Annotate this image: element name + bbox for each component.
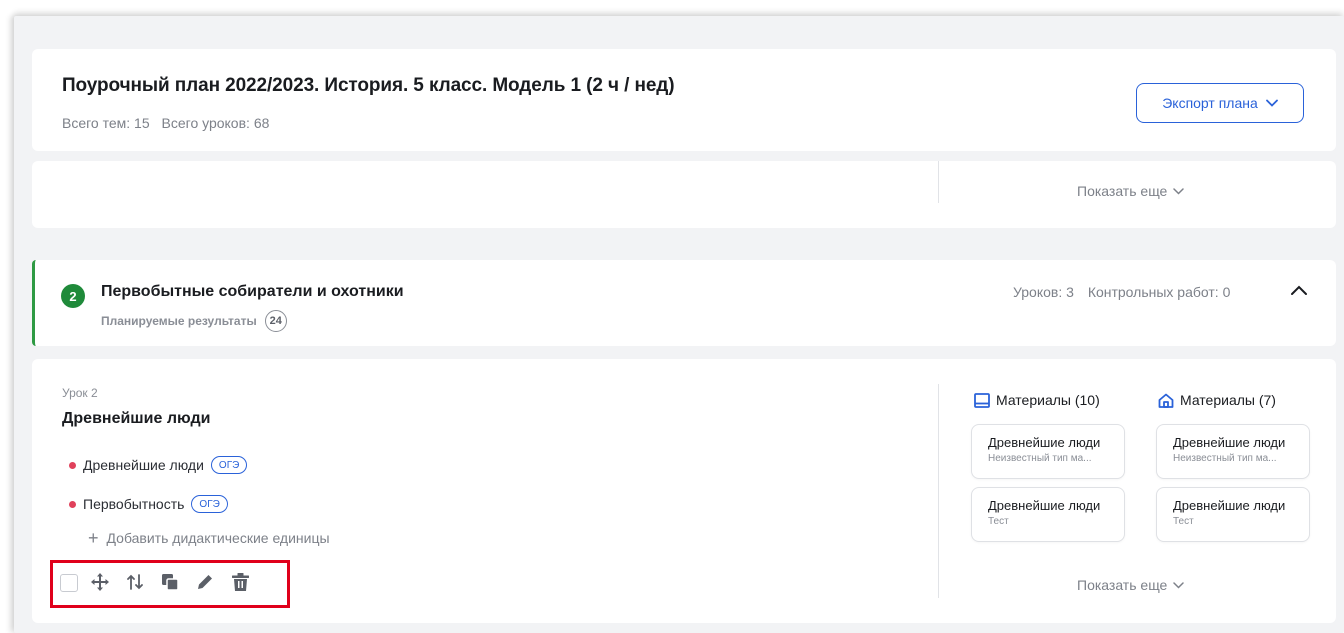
plan-stats: Всего тем: 15 Всего уроков: 68 — [62, 115, 277, 131]
export-plan-label: Экспорт плана — [1162, 95, 1258, 111]
copy-icon — [162, 574, 179, 591]
lesson-number: Урок 2 — [62, 386, 98, 400]
chevron-down-icon — [1173, 187, 1185, 195]
add-didactic-units-label: Добавить дидактические единицы — [106, 530, 330, 546]
total-topics: Всего тем: 15 — [62, 115, 150, 131]
add-didactic-units-button[interactable]: + Добавить дидактические единицы — [88, 529, 330, 547]
previous-topic-footer: Показать еще — [32, 161, 1336, 228]
edit-button[interactable] — [195, 572, 215, 592]
divider — [938, 161, 939, 203]
material-card[interactable]: Древнейшие люди Тест — [971, 487, 1125, 542]
material-card[interactable]: Древнейшие люди Тест — [1156, 487, 1310, 542]
material-card[interactable]: Древнейшие люди Неизвестный тип ма... — [1156, 424, 1310, 479]
reorder-button[interactable] — [125, 572, 145, 592]
show-more-label: Показать еще — [1077, 577, 1168, 593]
materials-header-lesson[interactable]: Материалы (10) — [974, 392, 1100, 408]
show-more-button[interactable]: Показать еще — [1077, 183, 1185, 199]
lesson-title: Древнейшие люди — [62, 410, 211, 427]
material-type: Неизвестный тип ма... — [1173, 453, 1277, 464]
oge-badge: ОГЭ — [191, 495, 228, 513]
move-icon — [91, 573, 109, 591]
lesson-card: Урок 2 Древнейшие люди Древнейшие люди О… — [32, 359, 1336, 623]
didactic-unit-label: Древнейшие люди — [83, 457, 204, 473]
show-more-label: Показать еще — [1077, 183, 1168, 199]
planned-results[interactable]: Планируемые результаты 24 — [101, 310, 287, 332]
home-icon — [1158, 393, 1174, 408]
topic-number-badge: 2 — [61, 284, 85, 308]
show-more-button[interactable]: Показать еще — [1077, 577, 1185, 593]
lessons-count: Уроков: 3 — [1013, 284, 1074, 300]
total-lessons: Всего уроков: 68 — [161, 115, 270, 131]
material-title: Древнейшие люди — [988, 435, 1101, 450]
materials-count-label: Материалы (7) — [1180, 392, 1276, 408]
topic-header[interactable]: 2 Первобытные собиратели и охотники План… — [32, 260, 1336, 346]
material-type: Тест — [1173, 516, 1194, 527]
plan-header: Поурочный план 2022/2023. История. 5 кла… — [32, 49, 1336, 151]
pencil-icon — [198, 575, 212, 589]
material-card[interactable]: Древнейшие люди Неизвестный тип ма... — [971, 424, 1125, 479]
bullet-dot — [69, 461, 76, 469]
collapse-chevron-up-icon[interactable] — [1290, 284, 1308, 296]
materials-header-home[interactable]: Материалы (7) — [1158, 392, 1276, 408]
lesson-select-checkbox[interactable] — [60, 574, 78, 592]
didactic-unit-label: Первобытность — [83, 496, 185, 512]
material-title: Древнейшие люди — [988, 498, 1101, 513]
trash-icon — [231, 573, 249, 591]
tests-count: Контрольных работ: 0 — [1087, 284, 1231, 300]
copy-button[interactable] — [160, 572, 180, 592]
delete-button[interactable] — [230, 572, 250, 592]
material-title: Древнейшие люди — [1173, 498, 1286, 513]
material-title: Древнейшие люди — [1173, 435, 1286, 450]
material-type: Тест — [988, 516, 1009, 527]
material-type: Неизвестный тип ма... — [988, 453, 1092, 464]
planned-results-label: Планируемые результаты — [101, 314, 257, 328]
export-plan-button[interactable]: Экспорт плана — [1136, 83, 1304, 123]
topic-stats: Уроков: 3 Контрольных работ: 0 — [1013, 284, 1240, 300]
didactic-unit-item: Первобытность ОГЭ — [69, 495, 228, 513]
planned-results-count: 24 — [264, 310, 287, 332]
didactic-unit-item: Древнейшие люди ОГЭ — [69, 456, 248, 474]
oge-badge: ОГЭ — [210, 456, 248, 474]
divider — [938, 384, 939, 598]
reorder-icon — [127, 574, 143, 590]
book-icon — [974, 392, 990, 408]
chevron-down-icon — [1173, 581, 1185, 589]
move-button[interactable] — [90, 572, 110, 592]
page-title: Поурочный план 2022/2023. История. 5 кла… — [62, 75, 675, 96]
plus-icon: + — [88, 528, 99, 548]
bullet-dot — [69, 500, 76, 508]
materials-count-label: Материалы (10) — [996, 392, 1100, 408]
chevron-down-icon — [1265, 99, 1278, 107]
topic-title: Первобытные собиратели и охотники — [101, 283, 404, 300]
